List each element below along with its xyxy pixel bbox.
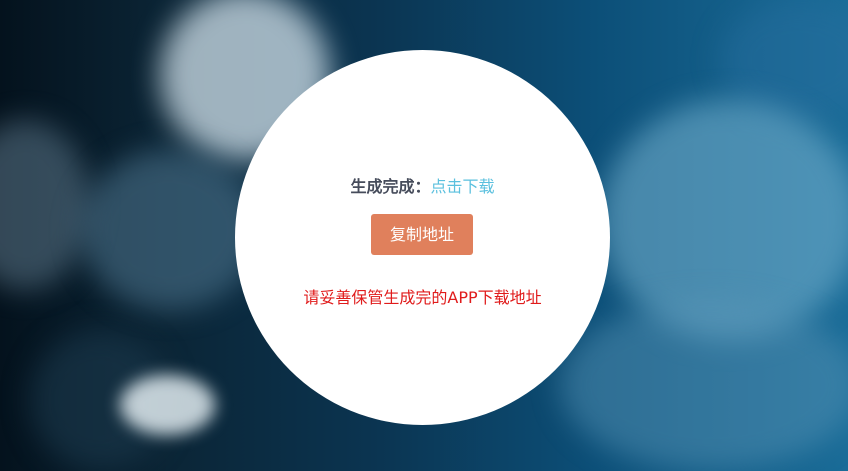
result-panel: 生成完成：点击下载 复制地址 请妥善保管生成完的APP下载地址: [235, 50, 610, 425]
notice-text: 请妥善保管生成完的APP下载地址: [303, 288, 542, 307]
bokeh-light: [80, 150, 260, 310]
bokeh-light: [0, 120, 90, 290]
download-link[interactable]: 点击下载: [431, 177, 495, 196]
bokeh-light: [560, 300, 848, 470]
copy-address-button[interactable]: 复制地址: [371, 214, 473, 255]
status-line: 生成完成：点击下载: [235, 176, 610, 198]
status-label: 生成完成：: [350, 177, 431, 196]
bokeh-light: [120, 375, 215, 435]
